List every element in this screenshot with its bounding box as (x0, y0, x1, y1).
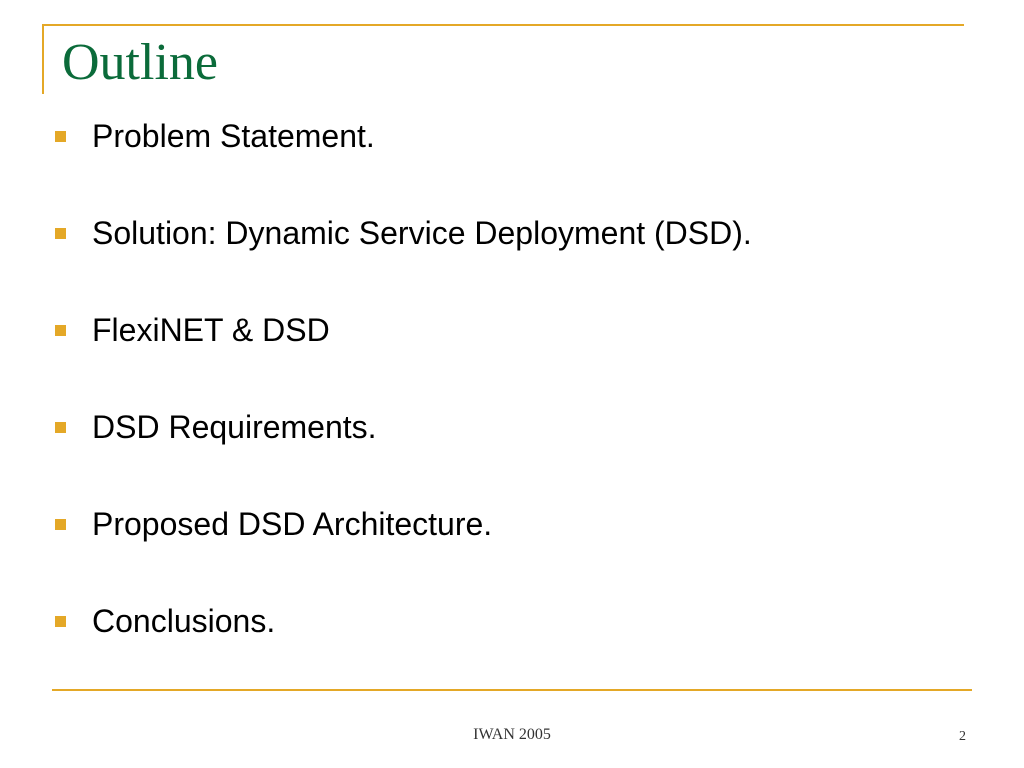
bullet-text: Proposed DSD Architecture. (92, 505, 493, 542)
bullet-text: FlexiNET & DSD (92, 311, 330, 348)
square-bullet-icon (55, 130, 66, 142)
bullet-text: Solution: Dynamic Service Deployment (DS… (92, 214, 752, 251)
list-item: Problem Statement. (55, 112, 752, 160)
list-item: DSD Requirements. (55, 403, 752, 451)
page-number: 2 (959, 729, 966, 744)
list-item: Proposed DSD Architecture. (55, 500, 752, 548)
bullet-list: Problem Statement. Solution: Dynamic Ser… (55, 112, 752, 694)
left-rule (42, 24, 44, 94)
square-bullet-icon (55, 421, 66, 433)
square-bullet-icon (55, 615, 66, 627)
list-item: Conclusions. (55, 597, 752, 645)
slide: Outline Problem Statement. Solution: Dyn… (0, 0, 1024, 768)
top-rule (42, 24, 964, 26)
bottom-rule (52, 689, 972, 691)
list-item: FlexiNET & DSD (55, 306, 752, 354)
bullet-text: DSD Requirements. (92, 408, 377, 445)
square-bullet-icon (55, 518, 66, 530)
bullet-text: Conclusions. (92, 602, 276, 639)
footer-event: IWAN 2005 (473, 726, 551, 743)
square-bullet-icon (55, 227, 66, 239)
slide-title: Outline (62, 34, 218, 91)
square-bullet-icon (55, 324, 66, 336)
bullet-text: Problem Statement. (92, 117, 375, 154)
list-item: Solution: Dynamic Service Deployment (DS… (55, 209, 752, 257)
